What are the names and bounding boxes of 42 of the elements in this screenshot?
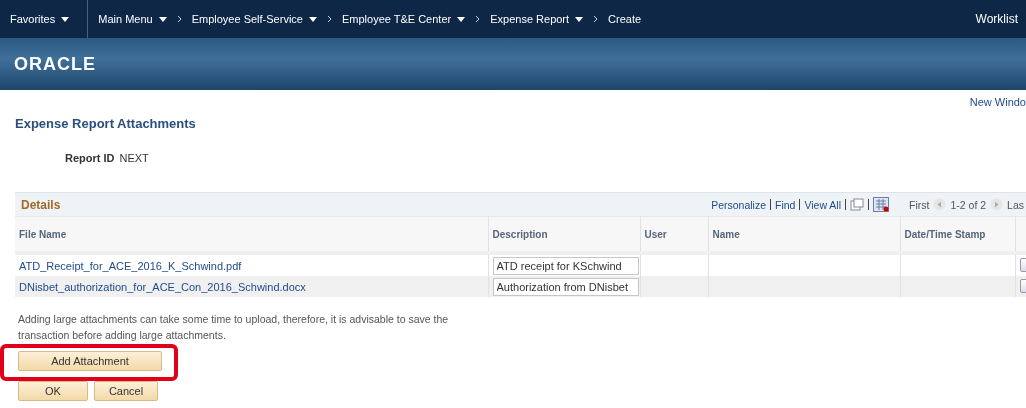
page-title: Expense Report Attachments xyxy=(15,116,197,131)
column-header: User xyxy=(640,216,708,253)
grid-title: Details xyxy=(21,197,61,212)
description-field[interactable]: ATD receipt for KSchwind xyxy=(492,256,639,275)
row-range: 1-2 of 2 xyxy=(950,198,987,211)
zoom-grid-icon[interactable] xyxy=(850,198,865,211)
dropdown-icon xyxy=(61,16,70,22)
chevron-icon xyxy=(475,15,481,23)
grid-link[interactable]: View All xyxy=(804,198,842,211)
add-attachment-button[interactable]: Add Attachment xyxy=(18,351,162,371)
dropdown-icon xyxy=(457,16,466,22)
cancel-button[interactable]: Cancel xyxy=(94,381,158,401)
dropdown-icon xyxy=(575,16,584,22)
breadcrumb-link[interactable]: Employee T&E Center xyxy=(331,13,476,25)
column-header: Name xyxy=(708,216,900,253)
chevron-icon xyxy=(326,15,332,23)
grid-link[interactable]: Personalize xyxy=(711,198,766,211)
logo: ORACLE xyxy=(14,53,96,75)
breadcrumb-link[interactable]: Expense Report xyxy=(480,13,594,25)
report-id-label: Report ID xyxy=(65,152,115,164)
next-icon[interactable] xyxy=(990,198,1004,211)
report-id-value: NEXT xyxy=(119,152,149,164)
breadcrumb-link[interactable]: Create xyxy=(598,13,652,25)
new-window-link[interactable]: New Windo xyxy=(969,96,1026,108)
description-field[interactable]: Authorization from DNisbet xyxy=(492,277,639,296)
chevron-icon xyxy=(176,15,182,23)
column-header: File Name xyxy=(15,216,488,253)
menu-link[interactable]: Main Menu xyxy=(88,13,177,25)
first-label: First xyxy=(909,198,930,211)
download-grid-icon[interactable] xyxy=(873,197,890,212)
dropdown-icon xyxy=(308,16,317,22)
last-label: Las xyxy=(1007,198,1024,211)
breadcrumb-link[interactable]: Employee Self-Service xyxy=(181,13,327,25)
grid-link[interactable]: Find xyxy=(775,198,796,211)
worklist-link[interactable]: Worklist xyxy=(975,12,1018,26)
previous-icon[interactable] xyxy=(933,198,947,211)
column-header: Date/Time Stamp xyxy=(900,216,1015,253)
help-text: Adding large attachments can take some time to upload, therefore, it is advisable to save the transaction before adding large attachments. xyxy=(18,312,450,343)
ok-button[interactable]: OK xyxy=(18,381,88,401)
dropdown-icon xyxy=(158,16,167,22)
chevron-icon xyxy=(593,15,599,23)
column-header: Description xyxy=(488,216,640,253)
